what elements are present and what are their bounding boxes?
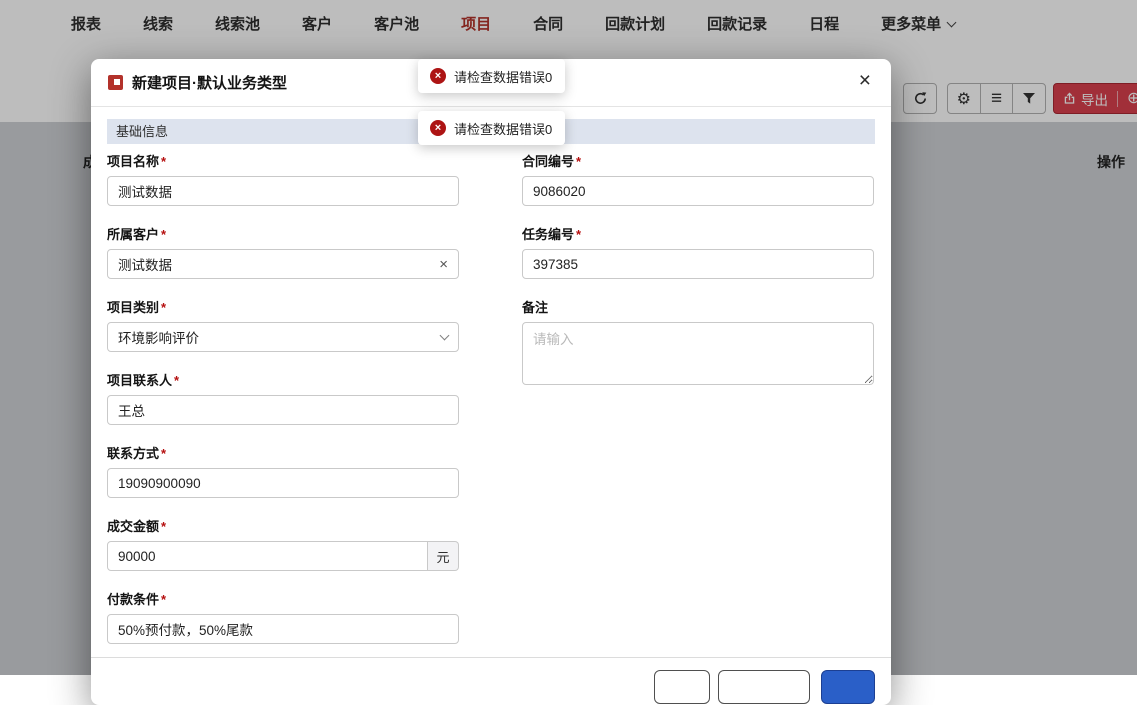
modal-footer <box>91 657 891 704</box>
deal-amount-input[interactable] <box>107 541 428 571</box>
modal-close-button[interactable]: × <box>859 70 871 91</box>
field-remarks: 备注 <box>522 297 874 385</box>
chevron-down-icon <box>440 330 450 340</box>
field-customer: 所属客户* 测试数据 × <box>107 224 459 279</box>
required-marker: * <box>161 592 166 607</box>
new-project-modal: 新建项目·默认业务类型 × 基础信息 项目名称* 所属客户* <box>91 59 891 705</box>
project-category-value: 环境影响评价 <box>118 327 199 347</box>
modal-title: 新建项目·默认业务类型 <box>132 72 287 93</box>
contact-phone-input[interactable] <box>107 468 459 498</box>
required-marker: * <box>174 373 179 388</box>
project-contact-label: 项目联系人 <box>107 373 172 388</box>
field-payment-terms: 付款条件* <box>107 589 459 644</box>
field-contract-number: 合同编号* <box>522 151 874 206</box>
toast-message: 请检查数据错误0 <box>454 119 552 138</box>
customer-input[interactable]: 测试数据 × <box>107 249 459 279</box>
required-marker: * <box>161 300 166 315</box>
customer-value: 测试数据 <box>118 254 172 274</box>
project-contact-input[interactable] <box>107 395 459 425</box>
task-number-label: 任务编号 <box>522 227 574 242</box>
task-number-input[interactable] <box>522 249 874 279</box>
customer-label: 所属客户 <box>107 227 159 242</box>
error-toast: × 请检查数据错误0 <box>418 59 565 93</box>
error-toast: × 请检查数据错误0 <box>418 111 565 145</box>
footer-secondary-button-1[interactable] <box>654 670 710 704</box>
required-marker: * <box>161 154 166 169</box>
modal-body: 基础信息 项目名称* 所属客户* 测试数据 × <box>91 107 891 662</box>
footer-primary-button[interactable] <box>821 670 875 704</box>
error-icon: × <box>430 120 446 136</box>
field-project-name: 项目名称* <box>107 151 459 206</box>
contract-number-input[interactable] <box>522 176 874 206</box>
form-left-column: 项目名称* 所属客户* 测试数据 × 项目类别* <box>107 151 459 662</box>
project-category-select[interactable]: 环境影响评价 <box>107 322 459 352</box>
close-icon: × <box>859 69 871 92</box>
field-deal-amount: 成交金额* 元 <box>107 516 459 571</box>
project-category-label: 项目类别 <box>107 300 159 315</box>
error-icon: × <box>430 68 446 84</box>
project-name-label: 项目名称 <box>107 154 159 169</box>
form-right-column: 合同编号* 任务编号* 备注 <box>522 151 874 662</box>
required-marker: * <box>161 227 166 242</box>
payment-terms-label: 付款条件 <box>107 592 159 607</box>
field-project-contact: 项目联系人* <box>107 370 459 425</box>
field-contact-phone: 联系方式* <box>107 443 459 498</box>
clear-icon[interactable]: × <box>439 257 448 272</box>
remarks-textarea[interactable] <box>522 322 874 385</box>
currency-suffix: 元 <box>428 541 459 571</box>
contact-phone-label: 联系方式 <box>107 446 159 461</box>
required-marker: * <box>161 446 166 461</box>
field-task-number: 任务编号* <box>522 224 874 279</box>
project-name-input[interactable] <box>107 176 459 206</box>
toast-message: 请检查数据错误0 <box>454 67 552 86</box>
contract-number-label: 合同编号 <box>522 154 574 169</box>
required-marker: * <box>576 154 581 169</box>
project-icon <box>108 75 123 90</box>
field-project-category: 项目类别* 环境影响评价 <box>107 297 459 352</box>
remarks-label: 备注 <box>522 300 548 315</box>
footer-secondary-button-2[interactable] <box>718 670 810 704</box>
required-marker: * <box>161 519 166 534</box>
deal-amount-label: 成交金额 <box>107 519 159 534</box>
required-marker: * <box>576 227 581 242</box>
payment-terms-input[interactable] <box>107 614 459 644</box>
